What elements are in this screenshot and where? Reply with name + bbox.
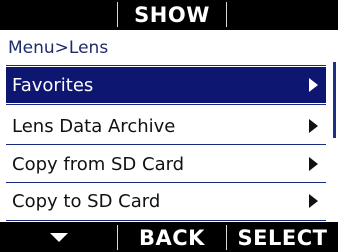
top-left-softkey[interactable] [0, 0, 117, 29]
chevron-right-icon [309, 194, 318, 208]
menu-item-copy-from-sd-card[interactable]: Copy from SD Card [6, 146, 326, 182]
down-softkey[interactable] [0, 223, 117, 252]
menu-item-label: Lens Data Archive [12, 115, 176, 137]
chevron-right-icon [309, 119, 318, 133]
top-softkey-bar: SHOW [0, 0, 338, 29]
back-softkey[interactable]: BACK [118, 223, 226, 252]
menu-item-label: Favorites [12, 74, 94, 96]
bottom-softkey-bar: BACK SELECT [0, 223, 338, 252]
breadcrumb: Menu>Lens [8, 38, 109, 58]
menu-item-favorites[interactable]: Favorites [6, 67, 326, 103]
scrollbar-thumb[interactable] [333, 62, 336, 138]
arrow-down-icon [49, 233, 68, 242]
scrollbar[interactable] [332, 36, 338, 222]
menu-item-label: Copy to SD Card [12, 190, 161, 212]
chevron-right-icon [309, 78, 318, 92]
divider [6, 65, 326, 66]
menu-item-copy-to-sd-card[interactable]: Copy to SD Card [6, 183, 326, 219]
chevron-right-icon [309, 157, 318, 171]
select-softkey[interactable]: SELECT [227, 223, 338, 252]
divider [6, 104, 326, 105]
show-softkey[interactable]: SHOW [118, 0, 226, 29]
divider [6, 144, 326, 145]
top-right-softkey[interactable] [227, 0, 338, 29]
divider [6, 220, 326, 221]
menu-panel: Menu>Lens Favorites Lens Data Archive Co… [0, 30, 338, 222]
menu-item-label: Copy from SD Card [12, 153, 185, 175]
menu-item-lens-data-archive[interactable]: Lens Data Archive [6, 108, 326, 144]
